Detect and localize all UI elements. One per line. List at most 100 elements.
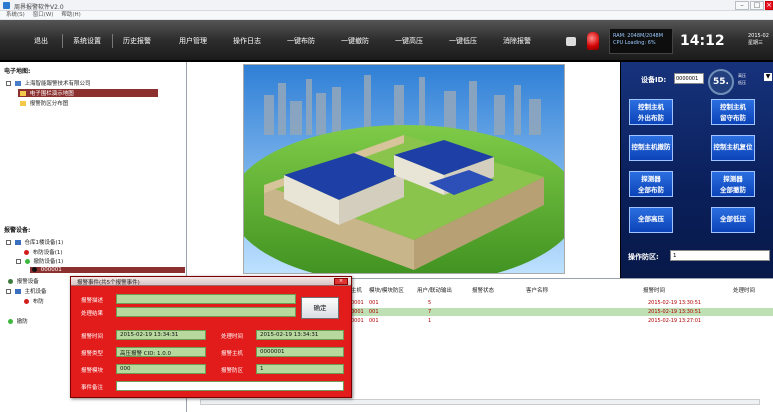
title-bar: 周界报警软件V2.0 – □ × <box>0 0 773 11</box>
host-stay-arm-button[interactable]: 控制主机 留守布防 <box>711 99 755 125</box>
toolbar-divider <box>62 34 63 48</box>
alarm-description-field[interactable] <box>116 294 296 304</box>
facility-map-image[interactable] <box>243 64 565 274</box>
device-tree-leaf-selected[interactable]: 000001 <box>30 267 185 273</box>
device-id-label: 设备ID: <box>641 76 667 84</box>
all-high-voltage-button[interactable]: 全部高压 <box>629 207 673 233</box>
operation-log-button[interactable]: 操作日志 <box>233 36 261 46</box>
exit-button[interactable]: 退出 <box>34 36 48 46</box>
cell-host: 0001 <box>351 300 364 306</box>
device-child-label: 撤防 <box>16 319 28 325</box>
alarm-device-icon <box>8 279 13 284</box>
control-panel: 设备ID: 0000001 55. 高压 低压 ▼ 控制主机外出布防 控制主机留… <box>620 62 773 278</box>
column-header[interactable]: 用户/联动输出 <box>417 286 452 294</box>
detector-arm-all-button[interactable]: 探测器 全部布防 <box>629 171 673 197</box>
collapse-icon[interactable] <box>16 259 21 264</box>
clear-alarm-button[interactable]: 消除报警 <box>503 36 531 46</box>
map-tree-item-selected[interactable]: 电子围栏演示地图 <box>18 89 158 97</box>
menu-bar: 系统(S) 窗口(W) 帮助(H) <box>0 11 773 20</box>
map-tree-item[interactable]: 报警防区分布图 <box>20 99 68 107</box>
disarmed-status-icon <box>8 319 13 324</box>
minimize-button[interactable]: – <box>735 1 749 10</box>
alarm-zone-field: 1 <box>256 364 344 374</box>
dialog-close-button[interactable]: × <box>334 278 348 285</box>
device-tree-child[interactable]: 布防设备(1) <box>24 248 63 256</box>
alarm-event-dialog: 报警事件(共5个报警事件) × 报警描述 处理结果 确定 报警时间 2015-0… <box>70 276 352 398</box>
column-header[interactable]: 报警时间 <box>643 286 665 294</box>
arm-all-button[interactable]: 一键布防 <box>287 36 315 46</box>
alarm-type-label: 报警类型 <box>81 351 104 357</box>
alarm-module-field: 000 <box>116 364 206 374</box>
alarm-zone-label: 报警防区 <box>221 368 244 374</box>
map-icon <box>20 101 26 106</box>
weekday-value: 星期三 <box>748 40 764 46</box>
column-header[interactable]: 主机 <box>351 286 362 294</box>
cell-module: 001 <box>369 300 379 306</box>
device-tree-group[interactable]: 报警设备 <box>8 277 39 285</box>
button-line: 外出布防 <box>638 114 664 122</box>
cell-time: 2015-02-19 13:30:51 <box>648 300 702 306</box>
handle-time-field: 2015-02-19 13:34:31 <box>256 330 344 340</box>
alarm-history-button[interactable]: 历史报警 <box>123 36 151 46</box>
high-voltage-all-button[interactable]: 一键高压 <box>395 36 423 46</box>
chevron-down-icon[interactable]: ▼ <box>764 73 772 81</box>
event-remark-field[interactable] <box>116 381 344 391</box>
host-disarm-button[interactable]: 控制主机撤防 <box>629 135 673 161</box>
armed-status-icon <box>24 299 29 304</box>
horizontal-scrollbar[interactable] <box>200 399 760 405</box>
low-voltage-all-button[interactable]: 一键低压 <box>449 36 477 46</box>
folder-icon <box>14 81 21 86</box>
cell-user: 1 <box>428 318 432 324</box>
collapse-icon[interactable] <box>6 240 11 245</box>
voltage-gauge: 55. <box>708 69 734 95</box>
column-header[interactable]: 处理时间 <box>733 286 755 294</box>
date-value: 2015-02 <box>748 33 769 39</box>
column-header[interactable]: 报警状态 <box>472 286 494 294</box>
host-reset-button[interactable]: 控制主机复位 <box>711 135 755 161</box>
cell-host: 0001 <box>351 309 364 315</box>
user-management-button[interactable]: 用户管理 <box>179 36 207 46</box>
alarm-host-label: 报警主机 <box>221 351 244 357</box>
close-button[interactable]: × <box>765 1 773 10</box>
menu-system[interactable]: 系统(S) <box>6 11 25 20</box>
handling-result-field[interactable] <box>116 307 296 317</box>
handling-result-label: 处理结果 <box>81 311 104 317</box>
voltage-mode-select[interactable]: 高压 低压 ▼ <box>738 72 772 88</box>
menu-help[interactable]: 帮助(H) <box>61 11 80 20</box>
device-tree-child[interactable]: 撤防设备(1) <box>16 257 63 265</box>
map-tree-company[interactable]: 上海智能報警技术有限公司 <box>6 79 91 87</box>
device-tree-root[interactable]: 仓库1楼设备(1) <box>6 238 63 246</box>
collapse-icon[interactable] <box>6 81 11 86</box>
device-child-label: 布防设备(1) <box>32 250 63 256</box>
restore-button[interactable]: □ <box>750 1 764 10</box>
app-logo-icon <box>3 2 10 9</box>
host-away-arm-button[interactable]: 控制主机 外出布防 <box>629 99 673 125</box>
system-settings-button[interactable]: 系统设置 <box>73 36 101 46</box>
zone-input[interactable]: 1 <box>670 250 770 261</box>
window-title: 周界报警软件V2.0 <box>14 4 64 11</box>
disarm-all-button[interactable]: 一键撤防 <box>341 36 369 46</box>
menu-window[interactable]: 窗口(W) <box>33 11 54 20</box>
device-id-field[interactable]: 0000001 <box>674 73 704 84</box>
clock: 14:12 <box>680 33 725 49</box>
device-tree-child[interactable]: 撤防 <box>8 317 28 325</box>
column-header[interactable]: 客户名称 <box>526 286 548 294</box>
dialog-title-bar[interactable]: 报警事件(共5个报警事件) × <box>71 277 351 286</box>
device-child-label: 撤防设备(1) <box>33 259 64 265</box>
device-tree-child[interactable]: 布防 <box>24 297 44 305</box>
confirm-button[interactable]: 确定 <box>301 297 339 319</box>
button-line: 全部布防 <box>638 186 664 194</box>
lock-icon[interactable] <box>566 37 576 46</box>
cpu-status: CPU Loading: 6% <box>613 40 656 46</box>
collapse-icon[interactable] <box>6 289 11 294</box>
detector-disarm-all-button[interactable]: 探测器 全部撤防 <box>711 171 755 197</box>
device-tree-root[interactable]: 主机设备 <box>6 287 47 295</box>
map-view <box>188 62 620 278</box>
ram-status: RAM: 2048M/2048M <box>613 33 664 39</box>
column-header[interactable]: 模块/模块防区 <box>369 286 404 294</box>
cell-user: 5 <box>428 300 432 306</box>
button-line: 控制主机 <box>638 103 664 111</box>
all-low-voltage-button[interactable]: 全部低压 <box>711 207 755 233</box>
alarm-bell-icon <box>587 32 599 50</box>
cell-module: 001 <box>369 309 379 315</box>
